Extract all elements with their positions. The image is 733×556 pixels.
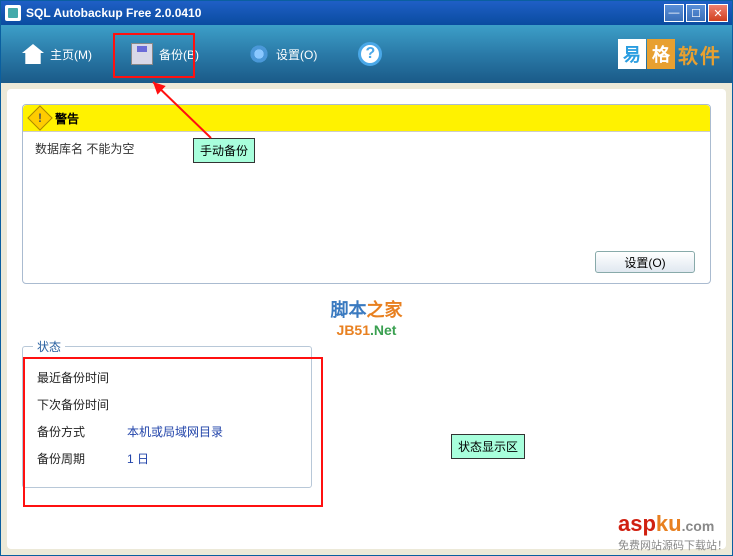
backup-button[interactable]: 备份(B) [120, 36, 207, 72]
warning-settings-button[interactable]: 设置(O) [595, 251, 695, 273]
status-label-period: 备份周期 [37, 450, 127, 467]
home-button[interactable]: 主页(M) [11, 36, 100, 72]
brand-logo: 易 格 软件 [618, 39, 722, 69]
status-legend: 状态 [33, 338, 65, 355]
status-group: 状态 最近备份时间 下次备份时间 备份方式 本机或局域网目录 备份周期 1 日 [22, 346, 312, 488]
toolbar: 主页(M) 备份(B) 设置(O) ? 易 格 软件 [1, 25, 732, 83]
home-icon [19, 40, 47, 68]
settings-label: 设置(O) [276, 46, 317, 63]
content-area: 警告 数据库名 不能为空 设置(O) 脚本之家 JB51.Net 状态 最近备份… [7, 89, 726, 549]
app-window: SQL Autobackup Free 2.0.0410 — ☐ ✕ 主页(M)… [0, 0, 733, 556]
status-value-period: 1 日 [127, 450, 149, 467]
settings-button[interactable]: 设置(O) [237, 36, 325, 72]
status-row: 最近备份时间 [37, 369, 297, 386]
maximize-button[interactable]: ☐ [686, 4, 706, 22]
brand-line2: JB51.Net [22, 322, 711, 338]
status-row: 备份周期 1 日 [37, 450, 297, 467]
minimize-button[interactable]: — [664, 4, 684, 22]
brand-center: 脚本之家 JB51.Net [22, 296, 711, 338]
status-label-last-backup: 最近备份时间 [37, 369, 127, 386]
status-label-next-backup: 下次备份时间 [37, 396, 127, 413]
home-label: 主页(M) [50, 46, 92, 63]
logo-char-2: 格 [647, 39, 675, 69]
warning-message: 数据库名 不能为空 [23, 132, 710, 165]
gear-icon [245, 40, 273, 68]
brand-part-2: 之家 [367, 300, 403, 320]
status-row: 备份方式 本机或局域网目录 [37, 423, 297, 440]
warning-title: 警告 [55, 110, 79, 127]
status-label-method: 备份方式 [37, 423, 127, 440]
window-controls: — ☐ ✕ [664, 4, 728, 22]
warning-icon [27, 105, 52, 130]
brand-domain-1: JB51 [337, 322, 370, 338]
help-button[interactable]: ? [350, 38, 390, 70]
logo-text: 软件 [678, 40, 722, 69]
close-button[interactable]: ✕ [708, 4, 728, 22]
status-row: 下次备份时间 [37, 396, 297, 413]
backup-label: 备份(B) [159, 46, 199, 63]
brand-domain-2: .Net [370, 322, 396, 338]
warning-header: 警告 [23, 105, 710, 132]
window-title: SQL Autobackup Free 2.0.0410 [26, 6, 664, 20]
status-value-method: 本机或局域网目录 [127, 423, 223, 440]
warning-panel: 警告 数据库名 不能为空 设置(O) [22, 104, 711, 284]
floppy-icon [128, 40, 156, 68]
logo-char-1: 易 [618, 39, 646, 69]
help-icon: ? [358, 42, 382, 66]
brand-line1: 脚本之家 [22, 296, 711, 322]
app-icon [5, 5, 21, 21]
titlebar: SQL Autobackup Free 2.0.0410 — ☐ ✕ [1, 1, 732, 25]
brand-part-1: 脚本 [331, 300, 367, 320]
